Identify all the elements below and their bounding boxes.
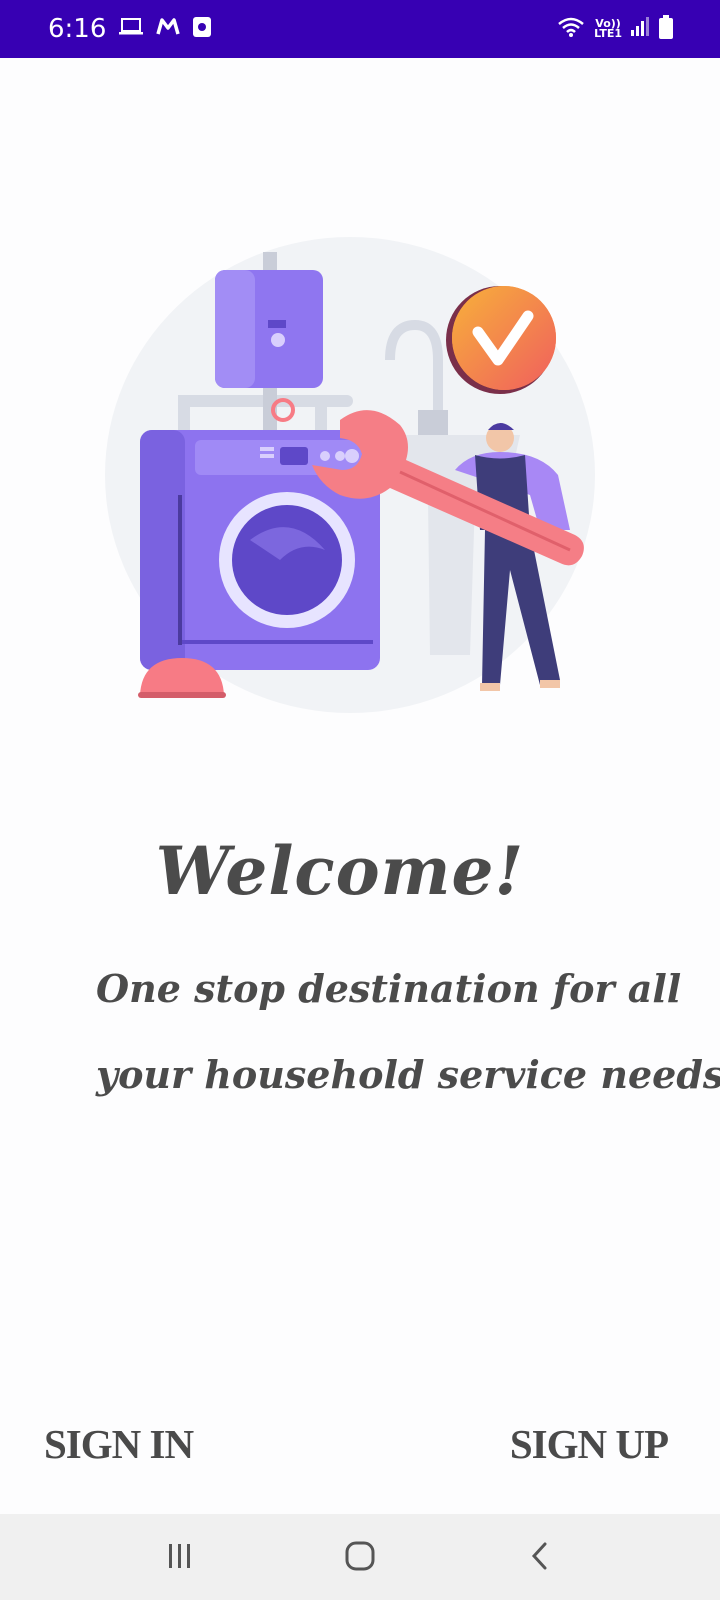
tagline-line-1: One stop destination for all [96,966,682,1011]
recent-apps-button[interactable] [150,1527,210,1587]
status-left: 6:16 [48,14,212,44]
welcome-title: Welcome! [155,832,525,910]
home-button[interactable] [330,1527,390,1587]
wifi-icon [556,15,586,43]
washing-machine-icon [140,430,380,670]
media-icon [192,16,212,42]
hero-illustration [100,230,620,730]
m-app-icon [156,17,181,41]
tagline-line-2: your household service needs! [96,1052,720,1097]
home-icon [344,1540,376,1575]
recent-apps-icon [165,1542,195,1573]
battery-icon [658,14,674,44]
network-type: Vo)) LTE1 [594,18,622,40]
water-heater-icon [215,270,323,388]
network-bottom: LTE1 [594,27,622,40]
sign-in-button[interactable]: SIGN IN [44,1420,194,1468]
back-icon [528,1540,552,1575]
status-bar: 6:16 Vo)) LTE1 [0,0,720,58]
navigation-bar [0,1514,720,1600]
sign-up-button[interactable]: SIGN UP [510,1420,669,1468]
status-time: 6:16 [48,14,107,44]
signal-icon [630,16,650,42]
status-right: Vo)) LTE1 [556,14,674,44]
laptop-icon [118,16,144,42]
tagline: One stop destination for all your househ… [96,946,720,1118]
back-button[interactable] [510,1527,570,1587]
